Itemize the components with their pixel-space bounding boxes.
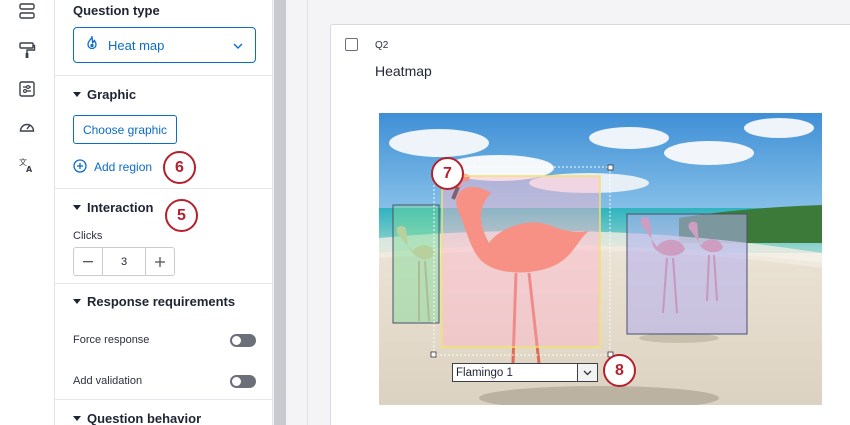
resize-handle[interactable] <box>430 351 437 358</box>
chevron-down-icon <box>583 370 592 375</box>
clicks-stepper: 3 <box>73 247 175 276</box>
left-icon-rail: 文A <box>0 0 55 425</box>
caret-down-icon <box>73 205 81 211</box>
question-settings-panel: Question type Heat map Graphic Choose gr… <box>55 0 273 425</box>
region-name-value: Flamingo 1 <box>452 363 578 382</box>
speedometer-icon[interactable] <box>17 117 37 137</box>
clicks-label: Clicks <box>73 230 103 242</box>
increment-button[interactable] <box>146 248 174 275</box>
response-requirements-heading: Response requirements <box>87 294 236 309</box>
question-behavior-heading: Question behavior <box>87 411 202 425</box>
region-flamingo-1[interactable] <box>441 175 601 348</box>
paint-roller-icon[interactable] <box>17 40 37 60</box>
divider <box>55 188 272 189</box>
region-name-dropdown[interactable]: Flamingo 1 <box>452 363 598 382</box>
caret-down-icon <box>73 299 81 305</box>
region-flamingo-group[interactable] <box>626 213 748 335</box>
toggle-knob <box>232 377 241 386</box>
clicks-value[interactable]: 3 <box>102 248 146 275</box>
callout-8: 8 <box>603 354 636 387</box>
translate-icon[interactable]: 文A <box>17 155 37 175</box>
interaction-section-toggle[interactable]: Interaction <box>73 200 153 215</box>
divider <box>55 399 272 400</box>
question-type-dropdown[interactable]: Heat map <box>73 27 256 63</box>
toggle-knob <box>232 336 241 345</box>
add-validation-toggle[interactable] <box>230 375 256 388</box>
callout-6: 6 <box>163 151 196 184</box>
flame-icon <box>84 35 100 56</box>
question-text[interactable]: Heatmap <box>375 63 432 79</box>
question-number: Q2 <box>375 40 389 51</box>
add-region-link[interactable]: Add region <box>73 157 152 177</box>
question-type-value: Heat map <box>108 37 165 53</box>
plus-icon <box>155 256 165 267</box>
caret-down-icon <box>73 416 81 422</box>
callout-7: 7 <box>431 157 464 190</box>
response-requirements-section-toggle[interactable]: Response requirements <box>73 294 235 309</box>
callout-5: 5 <box>165 199 198 232</box>
svg-text:A: A <box>26 165 33 174</box>
force-response-toggle[interactable] <box>230 334 256 347</box>
chevron-down-icon <box>233 36 243 54</box>
decrement-button[interactable] <box>74 248 102 275</box>
region-flamingo-left[interactable] <box>392 204 440 324</box>
plus-circle-icon <box>73 158 87 176</box>
graphic-heading: Graphic <box>87 87 137 102</box>
force-response-label: Force response <box>73 334 150 346</box>
choose-graphic-button[interactable]: Choose graphic <box>73 115 177 144</box>
caret-down-icon <box>73 92 81 98</box>
divider <box>55 283 272 284</box>
question-behavior-section-toggle[interactable]: Question behavior <box>73 411 201 425</box>
question-select-checkbox[interactable] <box>345 38 358 51</box>
add-validation-label: Add validation <box>73 375 143 387</box>
graphic-section-toggle[interactable]: Graphic <box>73 87 136 102</box>
resize-handle[interactable] <box>607 164 614 171</box>
divider <box>55 75 272 76</box>
minus-icon <box>83 260 93 262</box>
options-icon[interactable] <box>17 79 37 99</box>
survey-flow-icon[interactable] <box>17 1 37 21</box>
canvas-divider <box>307 0 308 425</box>
add-region-label: Add region <box>94 160 153 174</box>
interaction-heading: Interaction <box>87 200 154 215</box>
question-type-heading: Question type <box>73 3 160 18</box>
panel-resize-gutter[interactable] <box>274 0 286 425</box>
dropdown-arrow-button[interactable] <box>578 363 598 382</box>
